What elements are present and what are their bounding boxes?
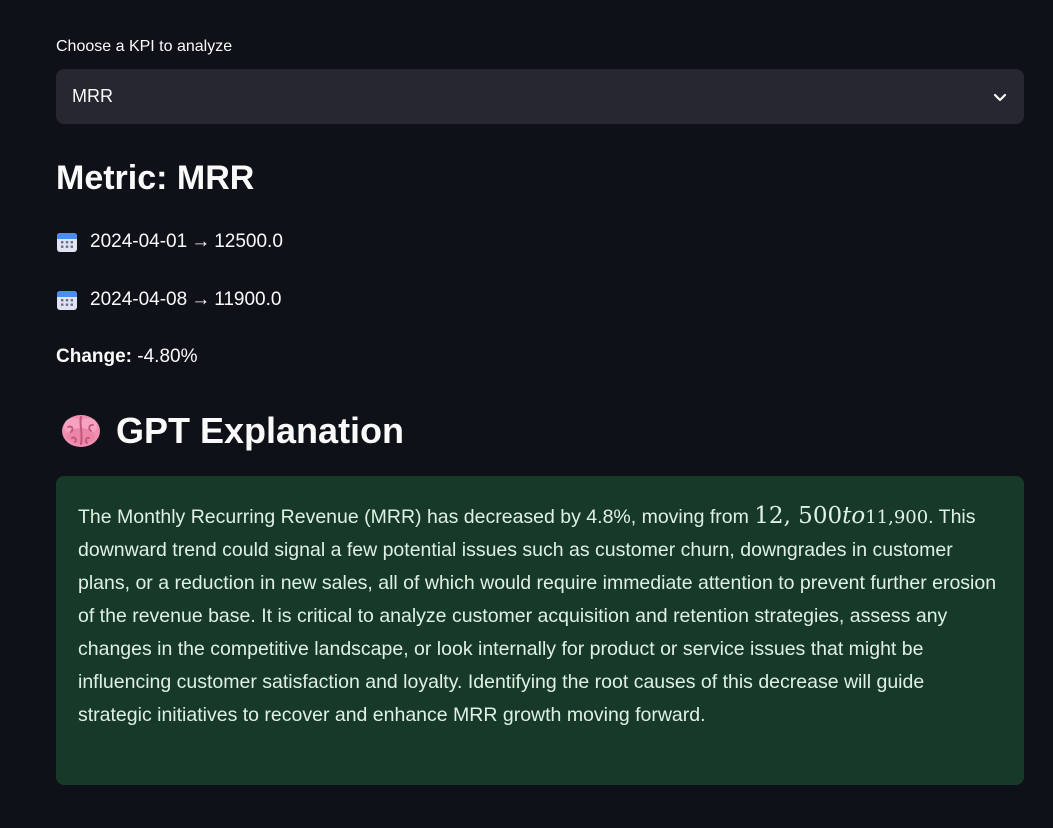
kpi-select-label: Choose a KPI to analyze xyxy=(56,38,233,55)
change-value: -4.80% xyxy=(137,346,198,367)
metric-row-date: 2024-04-08 xyxy=(90,289,188,310)
kpi-select[interactable]: MRR xyxy=(56,69,1024,124)
gpt-explanation-heading: GPT Explanation xyxy=(60,410,404,452)
math-word: to xyxy=(842,503,866,529)
metric-row-value: 12500.0 xyxy=(214,231,283,252)
explanation-box: The Monthly Recurring Revenue (MRR) has … xyxy=(56,476,1024,785)
metric-title: Metric: MRR xyxy=(56,159,255,197)
metric-row-start: 2024-04-01 → 12500.0 xyxy=(56,231,283,253)
explanation-text-start: The Monthly Recurring Revenue (MRR) has … xyxy=(78,506,755,528)
chevron-down-icon[interactable] xyxy=(992,89,1008,105)
arrow-text: → xyxy=(191,289,211,310)
arrow-text: → xyxy=(191,231,211,252)
explanation-text: The Monthly Recurring Revenue (MRR) has … xyxy=(78,500,1002,732)
explanation-text-rest: . This downward trend could signal a few… xyxy=(78,506,997,726)
kpi-select-value: MRR xyxy=(72,86,113,106)
calendar-icon xyxy=(57,233,77,252)
metric-row-end: 2024-04-08 → 11900.0 xyxy=(56,289,281,311)
math-fragment: 12, 500to xyxy=(754,503,865,529)
math-number: 12, 500 xyxy=(754,503,843,529)
calendar-icon xyxy=(57,291,77,310)
change-row: Change: -4.80% xyxy=(56,346,197,368)
brain-icon xyxy=(62,415,100,447)
change-label: Change: xyxy=(56,346,132,367)
metric-row-date: 2024-04-01 xyxy=(90,231,188,252)
gpt-explanation-title: GPT Explanation xyxy=(116,410,405,451)
math-tail: 11,900 xyxy=(865,507,929,528)
metric-row-value: 11900.0 xyxy=(214,289,282,310)
